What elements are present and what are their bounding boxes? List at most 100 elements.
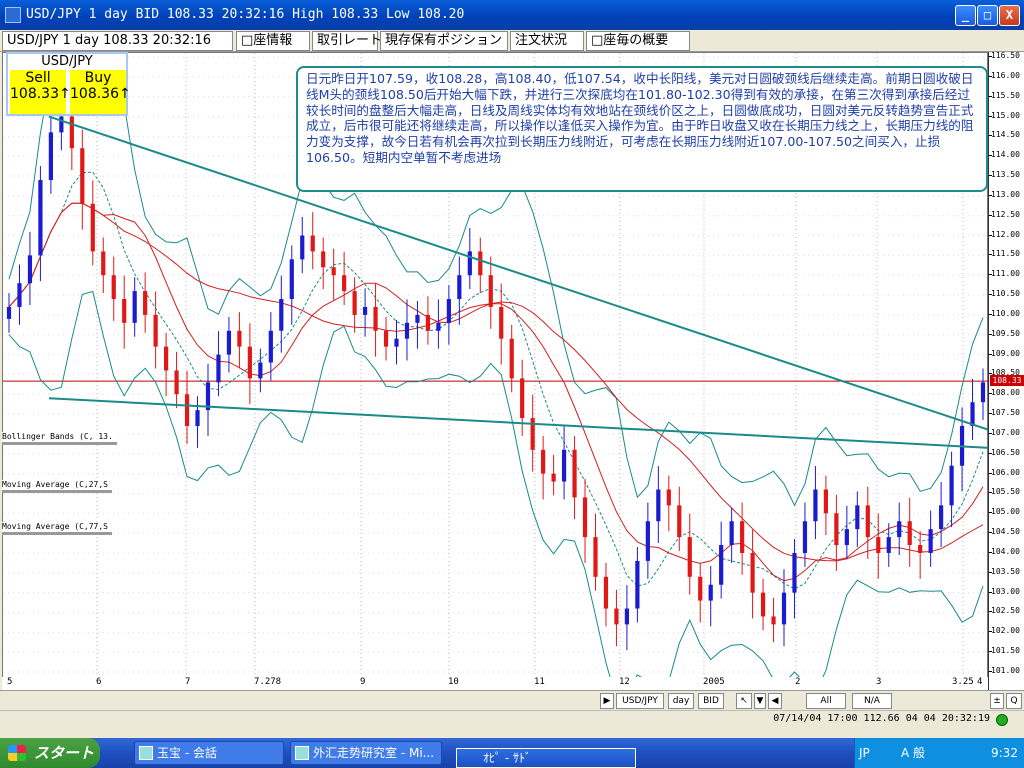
x-tick-label: 10	[448, 677, 459, 687]
tab-positions[interactable]: 現存保有ポジション	[380, 31, 508, 51]
maximize-button[interactable]: □	[977, 5, 998, 26]
symbol-button[interactable]: USD/JPY	[616, 693, 664, 709]
browser-icon	[295, 746, 309, 760]
system-tray: JP A 般 9:32	[854, 738, 1024, 768]
indicator-bollinger[interactable]: Bollinger Bands (C, 13.	[2, 432, 117, 445]
na-button[interactable]: N/A	[852, 693, 892, 709]
all-button[interactable]: All	[806, 693, 846, 709]
scroll-right-icon[interactable]: ▶	[600, 693, 614, 709]
side-button[interactable]: BID	[698, 693, 724, 709]
status-bar: 07/14/04 17:00 112.66 04 04 20:32:19	[0, 710, 1024, 728]
taskbar-item-chat[interactable]: 玉宝 - 会話	[134, 741, 284, 765]
tab-chart[interactable]: USD/JPY 1 day 108.33 20:32:16	[2, 31, 233, 51]
candle-body	[101, 251, 106, 276]
y-tick-label: 115.50	[991, 90, 1020, 100]
y-tick-label: 109.50	[991, 328, 1020, 338]
x-tick-label: 5	[7, 677, 13, 687]
indicator-ma77[interactable]: Moving Average (C,77,S	[2, 522, 112, 535]
buy-price: 108.36↑	[70, 86, 131, 102]
candle-body	[321, 251, 326, 268]
candle-body	[174, 370, 179, 395]
y-tick-label: 106.00	[991, 467, 1020, 477]
y-tick-label: 101.50	[991, 646, 1020, 656]
scroll-left-icon[interactable]: ◀	[768, 693, 782, 709]
clock[interactable]: 9:32	[991, 738, 1018, 768]
trendline-neckline	[48, 397, 989, 449]
period-button[interactable]: day	[668, 693, 694, 709]
time-axis: 5 6 7 7.278 9 10 11 12 2005 2 3 3.25 4	[2, 677, 988, 690]
y-tick-label: 110.00	[991, 308, 1020, 318]
sell-price: 108.33↑	[10, 86, 71, 102]
candle-body	[520, 378, 525, 419]
tab-bar: USD/JPY 1 day 108.33 20:32:16 □座情報 取引レート…	[0, 30, 1024, 52]
candle-body	[844, 529, 849, 546]
y-tick-label: 107.00	[991, 427, 1020, 437]
candle-body	[436, 322, 441, 331]
y-tick-label: 108.00	[991, 388, 1020, 398]
window-titlebar[interactable]: USD/JPY 1 day BID 108.33 20:32:16 High 1…	[0, 0, 1024, 30]
windows-logo-icon	[8, 745, 26, 761]
candle-body	[342, 275, 347, 292]
candle-body	[760, 592, 766, 617]
candle-body	[624, 608, 630, 625]
start-button[interactable]: スタート	[0, 738, 100, 768]
sell-panel[interactable]: Sell 108.33↑	[10, 70, 71, 114]
buy-panel[interactable]: Buy 108.36↑	[70, 70, 131, 114]
candle-body	[635, 560, 640, 609]
sell-label: Sell	[25, 70, 51, 86]
chart-toolbar: ▶ USD/JPY day BID ↖ ▼ ◀ All N/A ± Q	[0, 690, 1024, 710]
candle-body	[980, 382, 986, 403]
q-button[interactable]: Q	[1006, 693, 1022, 709]
tray-language[interactable]: JP	[859, 738, 870, 768]
popup-window[interactable]: ｵﾋﾟ - ｻﾄﾞ	[456, 748, 636, 768]
tab-account-info[interactable]: □座情報	[236, 31, 310, 51]
candle-body	[781, 592, 787, 625]
indicator-ma27[interactable]: Moving Average (C,27,S	[2, 480, 112, 493]
close-button[interactable]: X	[999, 5, 1020, 26]
popup-title: ｵﾋﾟ - ｻﾄﾞ	[483, 751, 531, 765]
x-tick-label: 6	[96, 677, 102, 687]
taskbar-item-browser[interactable]: 外汇走势研究室 - Mi...	[290, 741, 442, 765]
candle-body	[802, 521, 808, 553]
candle-body	[719, 545, 724, 585]
tray-ime[interactable]: A 般	[901, 738, 925, 768]
y-tick-label: 114.50	[991, 130, 1020, 140]
minimize-button[interactable]: _	[955, 5, 976, 26]
x-tick-label: 7	[185, 677, 191, 687]
y-tick-label: 113.50	[991, 170, 1020, 180]
y-tick-label: 104.50	[991, 527, 1020, 537]
candle-body	[258, 362, 263, 379]
tab-account-summary[interactable]: □座毎の概要	[586, 31, 690, 51]
candle-body	[499, 306, 504, 339]
y-tick-label: 111.00	[991, 269, 1020, 279]
candle-body	[750, 552, 755, 593]
tab-orders[interactable]: 注文状況	[510, 31, 584, 51]
zoom-icon[interactable]: ±	[990, 693, 1004, 709]
candle-body	[729, 521, 734, 546]
buy-label: Buy	[84, 70, 112, 86]
candle-body	[17, 283, 22, 307]
y-tick-label: 102.00	[991, 626, 1020, 636]
dropdown-arrow-icon[interactable]: ▼	[754, 693, 766, 709]
quote-widget: USD/JPY Sell 108.33↑ Buy 108.36↑	[6, 52, 131, 116]
candle-body	[446, 299, 451, 323]
candle-body	[216, 354, 221, 383]
candle-body	[383, 330, 389, 347]
cursor-tool-icon[interactable]: ↖	[736, 693, 752, 709]
candle-body	[90, 203, 95, 252]
candle-body	[415, 314, 420, 323]
candle-body	[865, 505, 870, 538]
candle-body	[614, 608, 619, 625]
x-tick-label: 11	[534, 677, 545, 687]
y-tick-label: 102.50	[991, 606, 1020, 616]
candle-body	[509, 338, 514, 379]
tab-rates[interactable]: 取引レート	[312, 31, 382, 51]
y-tick-label: 110.50	[991, 289, 1020, 299]
candle-body	[80, 148, 85, 204]
candle-body	[928, 529, 933, 553]
candle-body	[561, 449, 567, 482]
candle-body	[38, 180, 43, 256]
y-tick-label: 101.00	[991, 666, 1020, 675]
candle-body	[603, 576, 609, 609]
connection-status-icon	[996, 714, 1008, 726]
